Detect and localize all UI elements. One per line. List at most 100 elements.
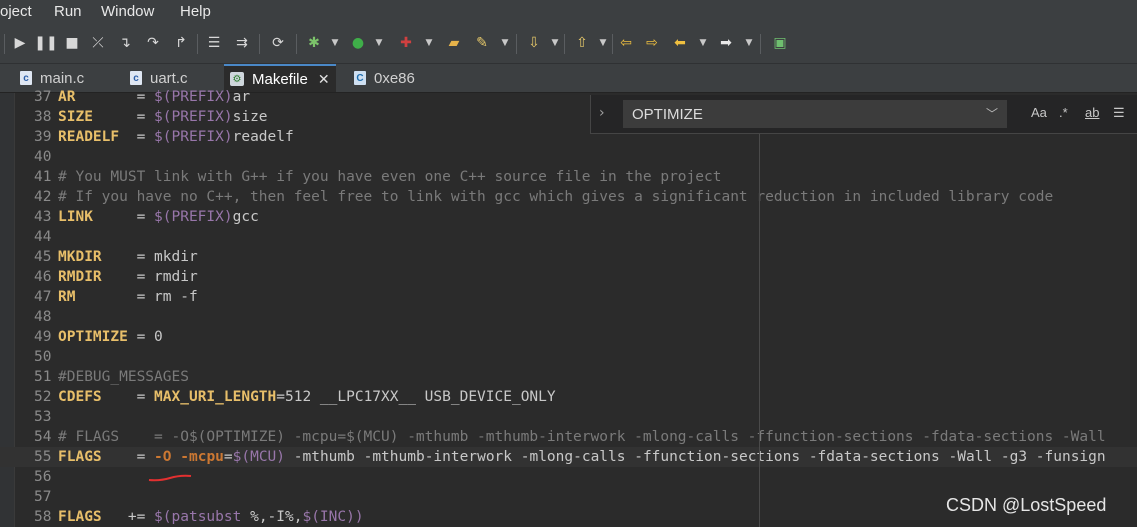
instruction-step-icon[interactable]: ⇉ [232,33,252,53]
external-tools-icon[interactable]: ✚ [396,33,416,53]
brush-icon[interactable]: ✎ [472,33,492,53]
code-token: %,-I%, [241,509,303,525]
find-input[interactable]: OPTIMIZE [623,100,1007,128]
annotation-icon[interactable]: ⇩ [524,33,544,53]
code-editor[interactable]: 37 AR = $(PREFIX)ar 38 SIZE = $(PREFIX)size… [0,89,1137,527]
code-line[interactable]: 48 [0,307,1137,327]
code-text: SIZE = $(PREFIX)size [58,107,268,127]
code-line[interactable]: 40 [0,147,1137,167]
line-number: 55 [34,449,52,465]
code-token: = rm -f [75,289,198,305]
code-token: $(INC)) [302,509,364,525]
makefile-icon: ⚙ [230,72,244,86]
code-token: # If you have no C++, then feel free to … [58,189,1054,205]
code-token: = [101,389,155,405]
code-line[interactable]: 42 # If you have no C++, then feel free t… [0,187,1137,207]
chevron-down-icon[interactable]: ▼ [500,33,510,53]
code-token: # FLAGS = -O$(OPTIMIZE) -mcpu=$(MCU) -mt… [58,429,1106,445]
code-token: CDEFS [58,389,102,405]
code-line[interactable]: 43 LINK = $(PREFIX)gcc [0,207,1137,227]
chevron-down-icon[interactable]: ▼ [424,33,434,53]
code-token: = [92,109,155,125]
code-token: = rmdir [101,269,198,285]
code-line[interactable]: 52 CDEFS = MAX_URI_LENGTH=512 __LPC17XX__… [0,387,1137,407]
line-number: 38 [34,109,52,125]
chevron-down-icon[interactable]: ▼ [744,33,754,53]
forward-icon[interactable]: ➡ [716,33,736,53]
code-line[interactable]: 41 # You MUST link with G++ if you have e… [0,167,1137,187]
code-token: = mkdir [101,249,198,265]
refresh-icon[interactable]: ⟳ [268,33,288,53]
code-text: CDEFS = MAX_URI_LENGTH=512 __LPC17XX__ U… [58,387,556,407]
menu-project[interactable]: oject [0,3,32,20]
step-into-icon[interactable]: ↴ [115,33,135,53]
step-return-icon[interactable]: ↱ [171,33,191,53]
code-line[interactable]: 55 FLAGS = -O -mcpu=$(MCU) -mthumb -mthum… [0,447,1137,467]
code-text: AR = $(PREFIX)ar [58,87,250,107]
code-line[interactable]: 50 [0,347,1137,367]
chevron-right-icon[interactable]: › [599,105,605,121]
code-line[interactable]: 54 # FLAGS = -O$(OPTIMIZE) -mcpu=$(MCU) -… [0,427,1137,447]
code-line[interactable]: 47 RM = rm -f [0,287,1137,307]
code-token: = [119,129,155,145]
chevron-down-icon[interactable]: ▼ [374,33,384,53]
forward-edit-icon[interactable]: ⇨ [642,33,662,53]
code-text: READELF = $(PREFIX)readelf [58,127,294,147]
code-text: LINK = $(PREFIX)gcc [58,207,259,227]
chevron-down-icon[interactable]: ▼ [598,33,608,53]
code-token: size [232,109,268,125]
disconnect-icon[interactable]: ⤫ [88,33,108,53]
code-token: = [75,89,155,105]
regex-toggle[interactable]: .* [1059,105,1068,120]
line-number: 54 [34,429,52,445]
line-number: 52 [34,389,52,405]
toolbar: ▶ ❚❚ ■ ⤫ ↴ ↷ ↱ ☰ ⇉ ⟳ ✱ ▼ ● ▼ ✚ ▼ ▰ ✎ ▼ ⇩… [0,25,1137,64]
watermark: CSDN @LostSpeed [946,495,1107,515]
line-number: 53 [34,409,52,425]
code-line[interactable]: 46 RMDIR = rmdir [0,267,1137,287]
code-line[interactable]: 44 [0,227,1137,247]
line-number: 56 [34,469,52,485]
menu-run[interactable]: Run [54,3,82,20]
code-line[interactable]: 49 OPTIMIZE = 0 [0,327,1137,347]
code-text: # You MUST link with G++ if you have eve… [58,167,721,187]
code-line[interactable]: 45 MKDIR = mkdir [0,247,1137,267]
resume-icon[interactable]: ▶ [10,33,30,53]
code-token: += [101,509,155,525]
suspend-icon[interactable]: ❚❚ [34,33,57,53]
whole-word-toggle[interactable]: ab [1085,105,1099,120]
close-icon[interactable]: ✕ [318,71,330,88]
back-icon[interactable]: ⬅ [670,33,690,53]
pin-icon[interactable]: ▣ [770,33,790,53]
code-token: FLAGS [58,509,102,525]
step-over-icon[interactable]: ↷ [143,33,163,53]
code-token: SIZE [58,109,93,125]
code-line[interactable]: 53 [0,407,1137,427]
toggle-icon[interactable]: ☰ [204,33,224,53]
code-token: RMDIR [58,269,102,285]
code-token: -O [154,449,172,465]
toolbar-separator [296,34,297,54]
terminate-icon[interactable]: ■ [62,33,82,53]
open-folder-icon[interactable]: ▰ [444,33,464,53]
up-icon[interactable]: ⇧ [572,33,592,53]
line-number: 39 [34,129,52,145]
chevron-down-icon[interactable]: ﹀ [986,105,998,122]
match-case-toggle[interactable]: Aa [1031,105,1047,120]
line-number: 58 [34,509,52,525]
code-token: ar [232,89,251,105]
menu-help[interactable]: Help [180,3,211,20]
chevron-down-icon[interactable]: ▼ [330,33,340,53]
line-number: 37 [34,89,52,105]
debug-icon[interactable]: ✱ [304,33,324,53]
back-edit-icon[interactable]: ⇦ [616,33,636,53]
code-line[interactable]: 51 #DEBUG_MESSAGES [0,367,1137,387]
chevron-down-icon[interactable]: ▼ [698,33,708,53]
chevron-down-icon[interactable]: ▼ [550,33,560,53]
code-token: # You MUST link with G++ if you have eve… [58,169,722,185]
menu-icon[interactable]: ☰ [1113,105,1125,121]
line-number: 45 [34,249,52,265]
toolbar-separator [516,34,517,54]
menu-window[interactable]: Window [101,3,154,20]
run-icon[interactable]: ● [348,33,368,53]
